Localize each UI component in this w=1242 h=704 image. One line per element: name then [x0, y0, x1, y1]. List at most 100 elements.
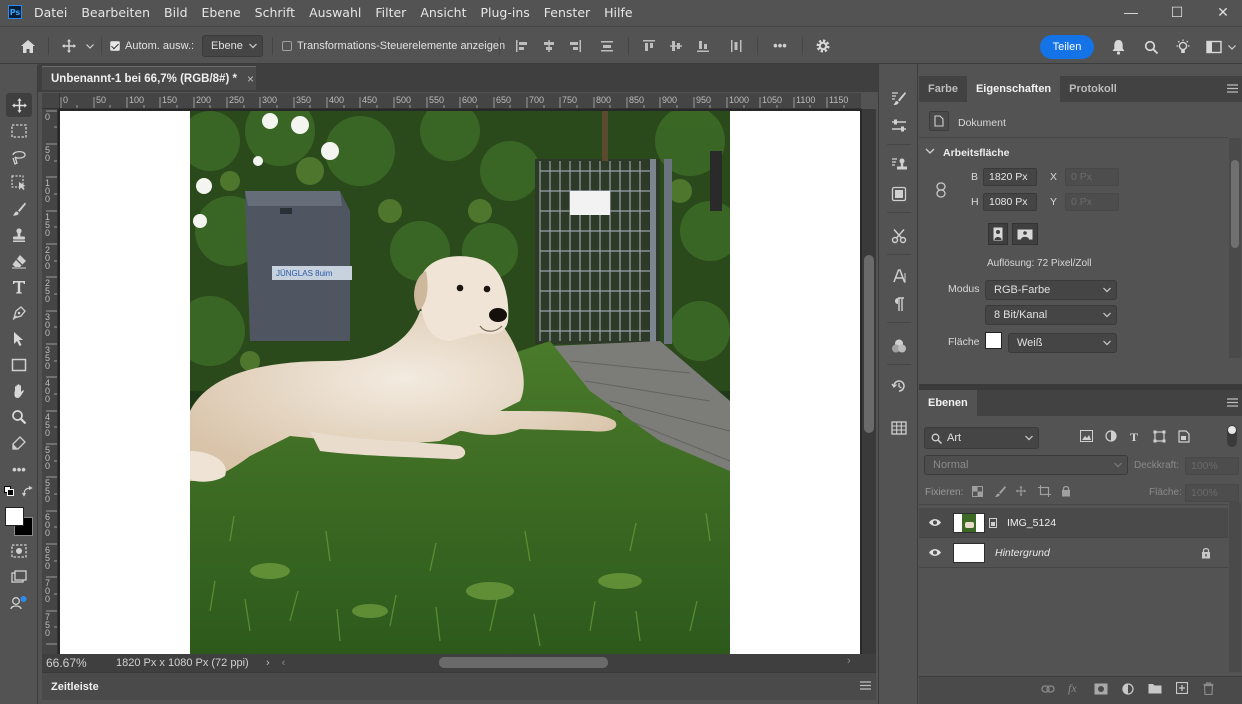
x-field[interactable]: 0 Px: [1065, 168, 1119, 186]
zoom-tool-icon[interactable]: [6, 405, 32, 429]
menu-plugins[interactable]: Plug-ins: [480, 5, 529, 20]
new-layer-icon[interactable]: [1176, 682, 1188, 694]
history-brush-icon[interactable]: [887, 374, 911, 398]
color-replacement-tool-icon[interactable]: [6, 431, 32, 455]
stamp-tool-icon[interactable]: [6, 223, 32, 247]
auto-select-target-dropdown[interactable]: Ebene: [202, 35, 263, 57]
layer-lock-icon[interactable]: [1201, 547, 1211, 559]
timeline-menu-icon[interactable]: [860, 681, 871, 690]
distribute-vertical-icon[interactable]: [598, 37, 616, 55]
width-field[interactable]: 1820 Px: [983, 168, 1037, 186]
align-right-icon[interactable]: [566, 37, 584, 55]
tool-presets-icon[interactable]: [887, 114, 911, 138]
section-title[interactable]: Arbeitsfläche: [943, 147, 1010, 159]
horizontal-ruler[interactable]: 0 50 100 150 200 250 300 350 400 450 500…: [60, 93, 861, 109]
horizontal-scrollbar-thumb[interactable]: [439, 657, 608, 668]
filter-type-layer-icon[interactable]: T: [1130, 430, 1138, 445]
scroll-right-icon[interactable]: ›: [847, 655, 851, 667]
character-panel-icon[interactable]: [887, 264, 911, 288]
trash-icon[interactable]: [1203, 682, 1214, 695]
portrait-orientation-icon[interactable]: [988, 223, 1008, 245]
timeline-panel[interactable]: Zeitleiste: [42, 672, 876, 700]
grid-table-icon[interactable]: [887, 416, 911, 440]
transform-controls-option[interactable]: Transformations-Steuerelemente anzeigen: [282, 40, 505, 52]
object-selection-tool-icon[interactable]: [6, 171, 32, 195]
hand-tool-icon[interactable]: [6, 379, 32, 403]
layer-filter-dropdown[interactable]: Art: [924, 427, 1039, 449]
eye-icon[interactable]: [928, 518, 942, 527]
lock-image-pixels-icon[interactable]: [994, 485, 1006, 497]
layer-row-img5124[interactable]: IMG_5124: [919, 508, 1228, 537]
brush-settings-icon[interactable]: [887, 86, 911, 110]
zoom-level[interactable]: 66.67%: [46, 656, 116, 670]
rectangle-tool-icon[interactable]: [6, 353, 32, 377]
distribute-horizontal-icon[interactable]: [727, 37, 745, 55]
auto-select-option[interactable]: Autom. ausw.:: [110, 40, 194, 52]
lasso-tool-icon[interactable]: [6, 145, 32, 169]
align-center-h-icon[interactable]: [540, 37, 558, 55]
lock-transparent-pixels-icon[interactable]: [972, 486, 983, 497]
menu-ebene[interactable]: Ebene: [202, 5, 241, 20]
brush-tool-icon[interactable]: [6, 197, 32, 221]
transform-controls-checkbox[interactable]: [282, 41, 292, 51]
scissors-icon[interactable]: [887, 224, 911, 248]
menu-bild[interactable]: Bild: [164, 5, 187, 20]
menu-auswahl[interactable]: Auswahl: [309, 5, 361, 20]
fill-dropdown[interactable]: Weiß: [1008, 333, 1117, 353]
menu-hilfe[interactable]: Hilfe: [604, 5, 632, 20]
edit-toolbar-icon[interactable]: •••: [6, 457, 32, 481]
type-tool-icon[interactable]: [6, 275, 32, 299]
status-menu-chevron-icon[interactable]: ›: [266, 657, 270, 669]
align-bottom-icon[interactable]: [694, 37, 712, 55]
default-colors-icon[interactable]: [4, 486, 14, 496]
fill-color-swatch[interactable]: [985, 332, 1002, 349]
maximize-button[interactable]: ☐: [1154, 0, 1200, 24]
minimize-button[interactable]: —: [1108, 0, 1154, 24]
close-tab-icon[interactable]: ×: [247, 72, 254, 86]
menu-bearbeiten[interactable]: Bearbeiten: [81, 5, 150, 20]
menu-fenster[interactable]: Fenster: [544, 5, 590, 20]
workspace-chevron-down-icon[interactable]: [1226, 41, 1238, 53]
document-tab[interactable]: Unbenannt-1 bei 66,7% (RGB/8#) * ×: [42, 66, 256, 90]
opacity-field[interactable]: 100%: [1185, 457, 1239, 475]
filter-shape-layer-icon[interactable]: [1153, 430, 1166, 443]
swap-colors-icon[interactable]: [22, 486, 34, 498]
menu-ansicht[interactable]: Ansicht: [420, 5, 466, 20]
align-top-icon[interactable]: [640, 37, 658, 55]
align-middle-v-icon[interactable]: [667, 37, 685, 55]
layer-name-hintergrund[interactable]: Hintergrund: [995, 547, 1050, 559]
move-tool-icon[interactable]: [58, 36, 80, 56]
filter-adjustment-layer-icon[interactable]: [1105, 430, 1117, 442]
color-mode-dropdown[interactable]: RGB-Farbe: [985, 280, 1117, 300]
tab-protokoll[interactable]: Protokoll: [1060, 76, 1126, 102]
bit-depth-dropdown[interactable]: 8 Bit/Kanal: [985, 305, 1117, 325]
filter-pixel-layer-icon[interactable]: [1080, 430, 1093, 442]
close-window-button[interactable]: ✕: [1200, 0, 1242, 24]
layer-filter-toggle[interactable]: [1227, 425, 1237, 447]
foreground-color-swatch[interactable]: [5, 507, 24, 526]
blend-mode-dropdown[interactable]: Normal: [924, 455, 1128, 475]
bell-icon[interactable]: [1108, 37, 1128, 57]
lock-position-icon[interactable]: [1015, 485, 1027, 497]
eraser-tool-icon[interactable]: [6, 249, 32, 273]
dog-photo-layer[interactable]: JÜNGLAS 8uim: [190, 111, 730, 654]
quick-mask-icon[interactable]: [6, 539, 32, 563]
search-icon[interactable]: [1141, 37, 1161, 57]
clone-source-icon[interactable]: [887, 152, 911, 176]
share-document-icon[interactable]: [6, 591, 32, 615]
height-field[interactable]: 1080 Px: [983, 193, 1037, 211]
move-tool-button[interactable]: [6, 93, 32, 117]
layer-row-hintergrund[interactable]: Hintergrund: [919, 538, 1228, 567]
layers-scrollbar[interactable]: [1229, 502, 1241, 672]
add-mask-icon[interactable]: [1094, 683, 1108, 695]
vertical-scrollbar-thumb[interactable]: [864, 255, 874, 433]
home-icon[interactable]: [16, 36, 40, 56]
screen-mode-icon[interactable]: [6, 565, 32, 589]
y-field[interactable]: 0 Px: [1065, 193, 1119, 211]
link-layers-icon[interactable]: [1041, 684, 1055, 694]
auto-select-checkbox[interactable]: [110, 41, 120, 51]
section-chevron-down-icon[interactable]: [925, 148, 935, 155]
ruler-corner[interactable]: [42, 93, 60, 109]
layers-menu-icon[interactable]: [1227, 398, 1238, 407]
scroll-left-icon[interactable]: ‹: [282, 657, 286, 669]
